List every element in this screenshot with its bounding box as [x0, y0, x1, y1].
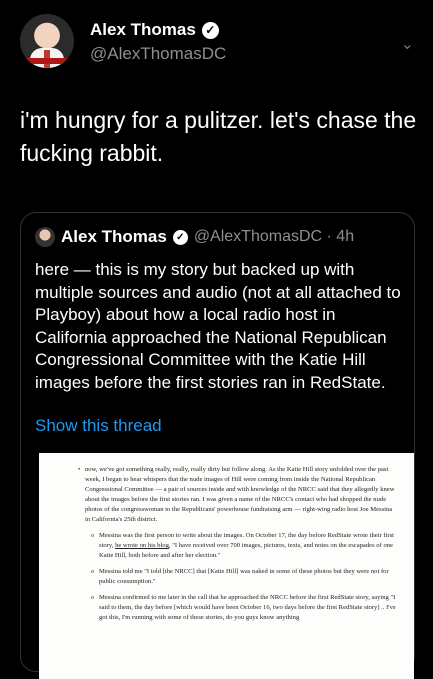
- tweet-text: i'm hungry for a pulitzer. let's chase t…: [20, 107, 417, 166]
- quoted-author-handle-time: @AlexThomasDC · 4h: [193, 228, 355, 245]
- verified-badge-icon: ✓: [201, 21, 219, 39]
- author-name-line: Alex Thomas ✓: [90, 20, 219, 40]
- author-name[interactable]: Alex Thomas: [90, 20, 196, 40]
- author-avatar[interactable]: [20, 14, 74, 68]
- author-handle[interactable]: @AlexThomasDC: [90, 44, 226, 64]
- tweet-header: Alex Thomas ✓ @AlexThomasDC ⌄: [20, 14, 420, 74]
- attached-document-image[interactable]: now, we've got something really, really,…: [39, 453, 414, 679]
- verified-badge-icon: ✓: [172, 229, 188, 245]
- quoted-author-name: Alex Thomas: [61, 227, 167, 246]
- chevron-down-icon[interactable]: ⌄: [401, 34, 414, 54]
- document-paragraph: now, we've got something really, really,…: [78, 465, 398, 525]
- document-paragraph: Messina told me "I told [the NRCC] that …: [91, 567, 398, 587]
- quoted-tweet-text: here — this is my story but backed up wi…: [35, 260, 401, 392]
- document-paragraph: Messina confirmed to me later in the cal…: [91, 593, 398, 623]
- show-thread-link[interactable]: Show this thread: [35, 416, 162, 436]
- document-paragraph: Messina was the first person to write ab…: [91, 531, 398, 561]
- quoted-author-avatar: [35, 227, 55, 247]
- blog-link-text: he wrote on his blog: [115, 542, 169, 549]
- quoted-tweet-header: Alex Thomas ✓ @AlexThomasDC · 4h: [35, 227, 354, 247]
